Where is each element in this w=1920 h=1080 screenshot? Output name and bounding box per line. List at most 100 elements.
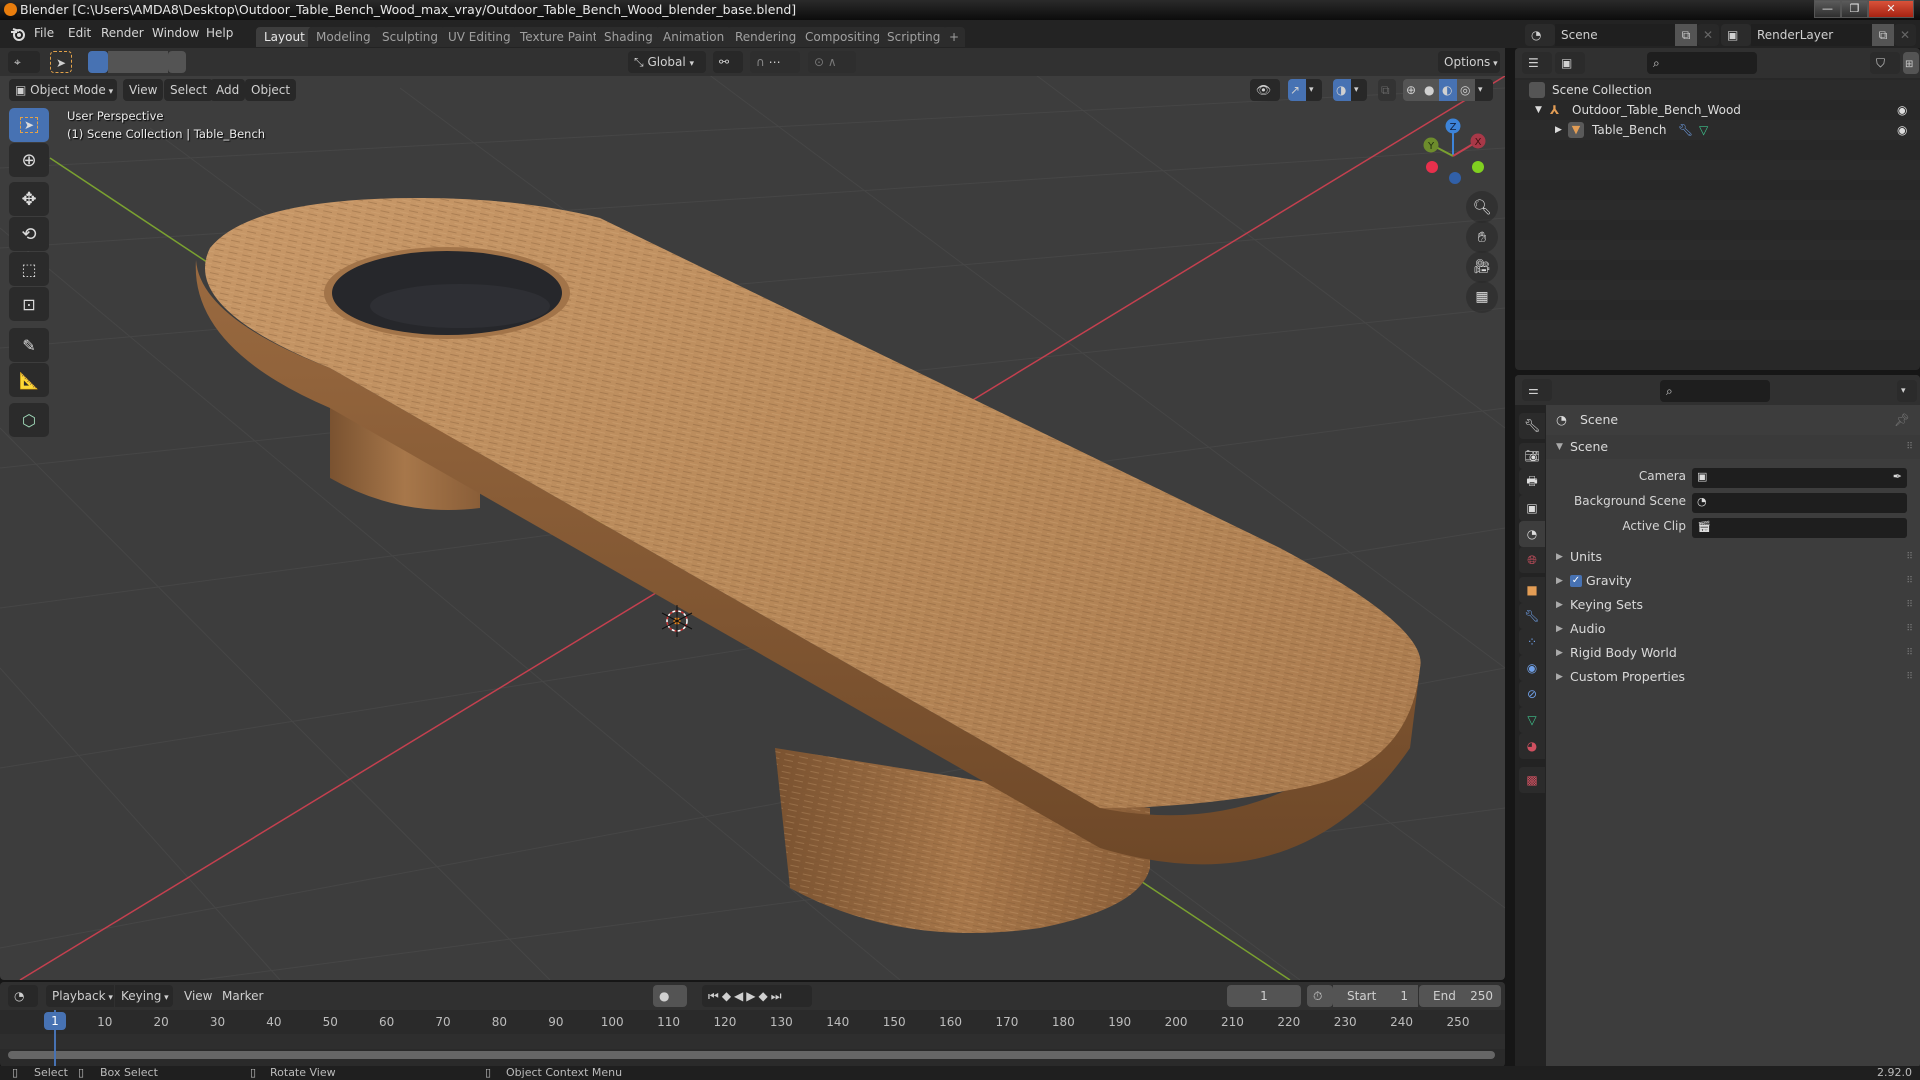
jump-end-icon[interactable]: ⏭: [771, 989, 785, 1003]
scene-name-field[interactable]: Scene: [1555, 24, 1675, 46]
xray-toggle[interactable]: ⧉: [1378, 79, 1396, 101]
tab-render[interactable]: 📷︎: [1519, 443, 1545, 469]
menu-file[interactable]: File: [34, 26, 54, 40]
editor-type-button[interactable]: ⌖: [8, 51, 40, 73]
menu-edit[interactable]: Edit: [68, 26, 91, 40]
visibility-eye-icon[interactable]: ◉: [1897, 120, 1907, 140]
outliner-row-outdoor-table-bench-wood[interactable]: ▼ ⅄ Outdoor_Table_Bench_Wood ◉: [1515, 100, 1920, 120]
tab-scripting[interactable]: Scripting: [879, 27, 949, 47]
expand-arrow-icon[interactable]: ▼: [1535, 100, 1542, 120]
pin-icon[interactable]: 📌︎: [1894, 405, 1910, 435]
snap-toggle[interactable]: ∩ ⋯: [750, 51, 800, 73]
mode-dropdown[interactable]: ▣ Object Mode ▾: [9, 79, 117, 101]
drag-handle-icon[interactable]: ⠿: [1906, 665, 1913, 689]
filter-button[interactable]: ⛉: [1870, 52, 1900, 74]
tool-annotate[interactable]: ✎: [9, 328, 49, 362]
camera-field[interactable]: ▣ ✒: [1692, 468, 1907, 488]
modifier-wrench-icon[interactable]: 🔧︎: [1678, 120, 1693, 140]
tab-texture[interactable]: ▩: [1519, 767, 1545, 793]
overlays-toggle[interactable]: ◑: [1333, 79, 1351, 101]
tab-data[interactable]: ▽: [1519, 707, 1545, 733]
gravity-checkbox[interactable]: ✓: [1570, 575, 1582, 587]
menu-help[interactable]: Help: [206, 26, 233, 40]
view-layer-name-field[interactable]: RenderLayer: [1751, 24, 1872, 46]
tab-particles[interactable]: ⁘: [1519, 629, 1545, 655]
jump-start-icon[interactable]: ⏮: [708, 989, 722, 1003]
tab-animation[interactable]: Animation: [655, 27, 733, 47]
start-frame-field[interactable]: Start 1: [1333, 985, 1418, 1007]
perspective-toggle-button[interactable]: ▦: [1466, 281, 1498, 313]
properties-search-input[interactable]: ⌕: [1660, 380, 1770, 402]
keying-sets-panel[interactable]: ▶ Keying Sets ⠿: [1546, 593, 1920, 617]
drag-handle-icon[interactable]: ⠿: [1906, 435, 1913, 459]
outliner-row-table-bench[interactable]: ▶ ▼ Table_Bench 🔧︎ ▽ ◉: [1515, 120, 1920, 140]
select-mode-extend-button[interactable]: [108, 51, 128, 73]
tab-constraints[interactable]: ⊘: [1519, 681, 1545, 707]
outliner-editor-type-button[interactable]: ☰: [1522, 52, 1552, 74]
add-workspace-button[interactable]: +: [943, 27, 966, 47]
drag-handle-icon[interactable]: ⠿: [1906, 593, 1913, 617]
tool-move[interactable]: ✥: [9, 182, 49, 216]
tab-layout[interactable]: Layout: [256, 27, 313, 47]
menu-window[interactable]: Window: [152, 26, 199, 40]
menu-view[interactable]: View: [178, 985, 218, 1007]
zoom-view-button[interactable]: 🔍︎: [1466, 191, 1498, 223]
properties-editor-type-button[interactable]: ⚌: [1522, 379, 1552, 401]
tool-rotate[interactable]: ⟲: [9, 217, 49, 251]
tab-physics[interactable]: ◉: [1519, 655, 1545, 681]
next-keyframe-icon[interactable]: ◆: [759, 989, 771, 1003]
tool-scale[interactable]: ⬚: [9, 252, 49, 286]
timeline-scrollbar[interactable]: [8, 1051, 1495, 1059]
gizmo-toggle[interactable]: ↗: [1288, 79, 1306, 101]
tab-output[interactable]: 🖶: [1519, 469, 1545, 495]
tab-texture-paint[interactable]: Texture Paint: [512, 27, 606, 47]
delete-scene-button[interactable]: ✕: [1697, 24, 1719, 46]
drag-handle-icon[interactable]: ⠿: [1906, 617, 1913, 641]
tab-shading[interactable]: Shading: [596, 27, 661, 47]
custom-properties-panel[interactable]: ▶ Custom Properties ⠿: [1546, 665, 1920, 689]
shading-rendered[interactable]: ◎: [1457, 79, 1475, 101]
rigid-body-world-panel[interactable]: ▶ Rigid Body World ⠿: [1546, 641, 1920, 665]
tab-material[interactable]: ◕: [1519, 733, 1545, 759]
play-reverse-icon[interactable]: ◀: [734, 989, 746, 1003]
playhead-frame-label[interactable]: 1: [44, 1012, 66, 1030]
minimize-button[interactable]: —: [1814, 0, 1841, 18]
tab-modeling[interactable]: Modeling: [308, 27, 379, 47]
tab-tool[interactable]: 🔧︎: [1519, 413, 1545, 439]
tool-measure[interactable]: 📐: [9, 363, 49, 397]
tab-compositing[interactable]: Compositing: [797, 27, 889, 47]
keying-dropdown[interactable]: Keying ▾: [115, 985, 173, 1007]
tab-world[interactable]: 🌐︎: [1519, 547, 1545, 573]
scene-panel-header[interactable]: ▼ Scene ⠿: [1546, 435, 1920, 459]
close-button[interactable]: ✕: [1868, 0, 1914, 18]
menu-select[interactable]: Select: [164, 79, 214, 101]
menu-render[interactable]: Render: [101, 26, 144, 40]
tab-uv-editing[interactable]: UV Editing: [440, 27, 519, 47]
play-icon[interactable]: ▶: [746, 989, 758, 1003]
visibility-eye-icon[interactable]: ◉: [1897, 100, 1907, 120]
eyedropper-icon[interactable]: ✒: [1893, 470, 1902, 483]
navigation-gizmo[interactable]: Z Y X: [1410, 108, 1490, 188]
playback-dropdown[interactable]: Playback ▾: [46, 985, 114, 1007]
collapse-arrow-icon[interactable]: ▶: [1555, 120, 1562, 140]
tab-scene[interactable]: ◔: [1519, 521, 1545, 547]
drag-handle-icon[interactable]: ⠿: [1906, 641, 1913, 665]
menu-marker[interactable]: Marker: [216, 985, 269, 1007]
gravity-panel[interactable]: ▶ ✓ Gravity ⠿: [1546, 569, 1920, 593]
new-scene-button[interactable]: ⧉: [1675, 24, 1697, 46]
camera-view-button[interactable]: 🎥︎: [1466, 251, 1498, 283]
select-mode-new-button[interactable]: [88, 51, 108, 73]
shading-solid[interactable]: ●: [1421, 79, 1439, 101]
tab-object[interactable]: ■: [1519, 577, 1545, 603]
select-mode-intersect-button[interactable]: [168, 51, 186, 73]
transform-orientation-dropdown[interactable]: ⤡ Global ▾: [628, 51, 706, 73]
end-frame-field[interactable]: End 250: [1419, 985, 1501, 1007]
drag-handle-icon[interactable]: ⠿: [1906, 545, 1913, 569]
overlays-dropdown[interactable]: ▾: [1351, 79, 1367, 101]
select-mode-invert-button[interactable]: [148, 51, 168, 73]
delete-view-layer-button[interactable]: ✕: [1894, 24, 1916, 46]
shading-dropdown[interactable]: ▾: [1475, 79, 1493, 101]
display-mode-button[interactable]: ▣: [1555, 52, 1585, 74]
tab-view-layer[interactable]: ▣: [1519, 495, 1545, 521]
shading-wireframe[interactable]: ⊕: [1403, 79, 1421, 101]
